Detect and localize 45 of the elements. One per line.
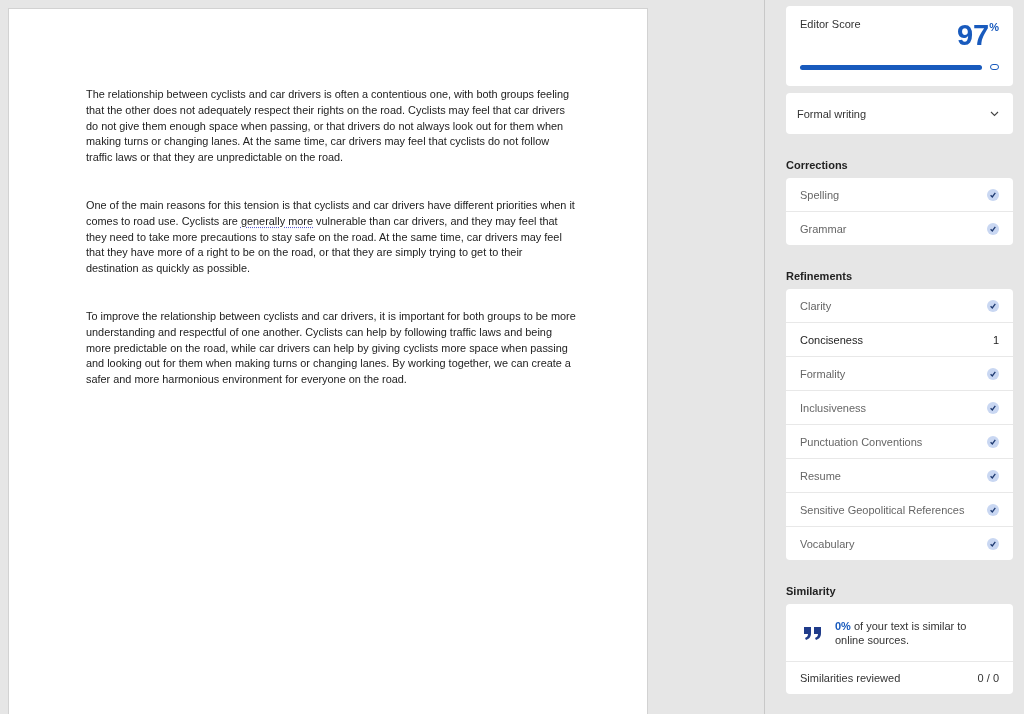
category-label: Sensitive Geopolitical References [800,503,965,516]
reviewed-label: Similarities reviewed [800,672,901,684]
issue-count: 1 [992,333,999,346]
section-title: Corrections [786,159,849,171]
category-row[interactable]: Vocabulary [786,527,1013,560]
section-title: Refinements [786,270,854,282]
chevron-down-icon [990,110,999,117]
check-icon [987,367,999,380]
category-label: Spelling [800,188,840,201]
category-label: Resume [800,469,841,482]
reviewed-count: 0 / 0 [977,672,999,684]
category-row[interactable]: Clarity [786,289,1013,323]
category-row[interactable]: Grammar [786,212,1013,245]
category-label: Clarity [800,299,832,312]
style-dropdown[interactable]: Formal writing [786,93,1013,134]
check-icon [987,469,999,482]
paragraph: One of the main reasons for this tension is that cyclists and car drivers have different priorities when it comes to road use. Cyclists are generally more vulnerable than car drivers, and they may feel that they need to take more precautions to stay safe on the road. At the same time, car drivers may feel that they have more of a right to be on the road, or that they are simply trying to get to their destination as quickly as possible. [86,198,576,277]
paragraph: The relationship between cyclists and car drivers is often a contentious one, with both groups feeling that the other does not adequately respect their rights on the road. Cyclists may feel that car drivers do not give them enough space when passing, or that drivers do not always look out for them when making turns or changing lanes. At the same time, car drivers may feel that cyclists do not follow traffic laws or that they are unpredictable on the road. [86,87,571,166]
category-label: Inclusiveness [800,401,867,414]
score-value: 97 [956,20,990,50]
check-icon [987,188,999,201]
category-row[interactable]: Punctuation Conventions [786,425,1013,459]
category-label: Formality [800,367,846,380]
check-icon [987,503,999,516]
check-icon [987,435,999,448]
check-icon [987,537,999,550]
similarity-message: 0% of your text is similar to online sources. [835,619,968,647]
category-row[interactable]: Inclusiveness [786,391,1013,425]
check-icon [987,401,999,414]
category-label: Punctuation Conventions [800,435,923,448]
check-icon [987,222,999,235]
score-unit: % [989,21,999,33]
paragraph: To improve the relationship between cyclists and car drivers, it is important for both groups to be more understanding and respectful of one another. Cyclists can help by following traffic laws and being more predictable on the road, while car drivers can help by giving cyclists more space when passing and looking out for them when making turns or changing lanes. By working together, we can create a safer and more harmonious environment for everyone on the road. [86,308,576,388]
category-label: Conciseness [800,333,863,346]
category-row[interactable]: Resume [786,459,1013,493]
quote-icon [804,626,821,640]
score-label: Editor Score [800,18,861,30]
category-label: Vocabulary [800,537,855,550]
category-label: Grammar [800,222,847,235]
section-title: Similarity [786,585,837,597]
check-icon [987,299,999,312]
category-row[interactable]: Sensitive Geopolitical References [786,493,1013,527]
category-row[interactable]: Conciseness 1 [786,323,1013,357]
category-row[interactable]: Formality [786,357,1013,391]
category-row[interactable]: Spelling [786,178,1013,212]
